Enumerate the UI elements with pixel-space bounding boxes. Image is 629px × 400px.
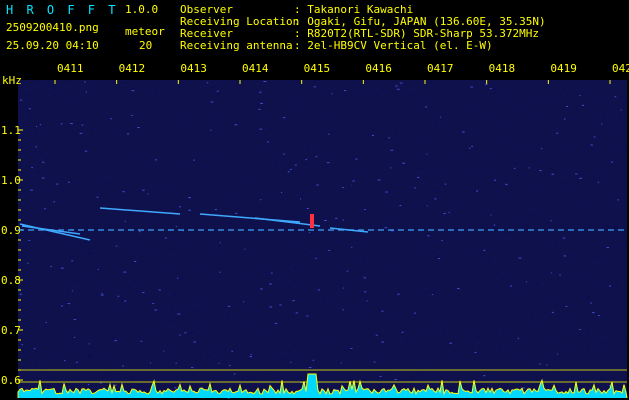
x-tick-label: 0413: [180, 62, 207, 75]
x-tick-label: 0415: [304, 62, 331, 75]
y-tick-label: 0.8: [1, 274, 21, 287]
y-tick-label: 1.1: [1, 124, 21, 137]
y-tick-label: 0.7: [1, 324, 21, 337]
x-tick-label: 0411: [57, 62, 84, 75]
spectrogram-chart: kHz 0411 0412 0413 0414 0415 0416 0417 0418 0419 0…: [1, 62, 629, 399]
x-tick-label: 0417: [427, 62, 454, 75]
hrofft-window: H R O F F T 1.0.0 2509200410.png 25.09.2…: [0, 0, 629, 400]
meteor-head-echo: [310, 214, 314, 228]
y-tick-label: 0.6: [1, 374, 21, 387]
x-tick-label: 0419: [550, 62, 577, 75]
y-tick-label: 0.9: [1, 224, 21, 237]
x-tick-label: 0414: [242, 62, 269, 75]
x-tick-label: 0418: [489, 62, 515, 75]
y-tick-label: 1.0: [1, 174, 21, 187]
y-axis-label: kHz: [2, 74, 22, 87]
plot-area: [18, 80, 627, 398]
x-tick-label: 0420: [612, 62, 629, 75]
x-tick-label: 0412: [119, 62, 145, 75]
x-tick-label: 0416: [365, 62, 392, 75]
